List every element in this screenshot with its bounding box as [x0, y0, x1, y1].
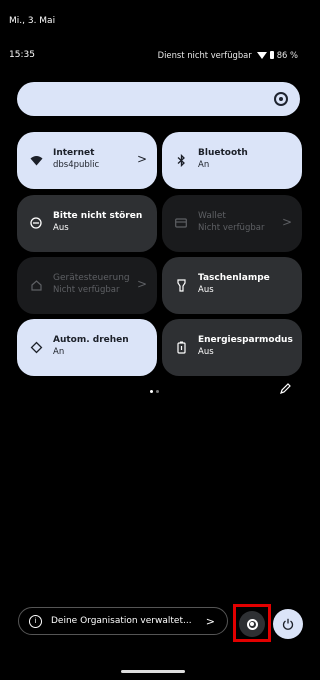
wallet-icon — [174, 216, 188, 230]
tile-subtitle: An — [198, 160, 210, 170]
chevron-right-icon: > — [281, 215, 292, 229]
tile-title: Gerätesteuerung — [53, 273, 130, 283]
date-label: Mi., 3. Mai — [9, 16, 56, 26]
tile-title: Wallet — [198, 211, 226, 221]
page-indicator — [150, 390, 159, 393]
tile-subtitle: Aus — [53, 223, 69, 233]
highlight-box — [233, 604, 271, 642]
status-bar: 15:35 Dienst nicht verfügbar 86 % — [9, 50, 298, 60]
tile-battery-saver[interactable]: Energiesparmodus Aus — [162, 319, 302, 376]
dnd-icon — [29, 216, 43, 230]
tile-auto-rotate[interactable]: Autom. drehen An — [17, 319, 157, 376]
tile-title: Bluetooth — [198, 148, 248, 158]
tile-subtitle: dbs4public — [53, 160, 100, 170]
carrier-text: Dienst nicht verfügbar — [157, 50, 252, 60]
rotate-icon — [29, 340, 43, 354]
page-dot-active — [150, 390, 153, 393]
brightness-slider[interactable] — [17, 82, 300, 116]
brightness-icon — [274, 92, 288, 106]
wifi-icon — [256, 51, 267, 59]
page-dot — [156, 390, 159, 393]
chevron-right-icon: > — [136, 152, 147, 166]
tile-flashlight[interactable]: Taschenlampe Aus — [162, 257, 302, 314]
bluetooth-icon — [174, 153, 188, 167]
home-icon — [29, 278, 43, 292]
chevron-right-icon: > — [136, 277, 147, 291]
chevron-right-icon: > — [205, 614, 215, 628]
org-label: Deine Organisation verwaltet... — [51, 616, 192, 626]
tile-do-not-disturb[interactable]: Bitte nicht stören Aus — [17, 195, 157, 252]
power-button[interactable] — [273, 609, 303, 639]
battery-icon — [269, 51, 274, 59]
flashlight-icon — [174, 278, 188, 292]
tile-title: Autom. drehen — [53, 335, 129, 345]
tile-title: Taschenlampe — [198, 273, 270, 283]
info-icon: i — [29, 614, 42, 628]
tile-title: Bitte nicht stören — [53, 211, 143, 221]
tile-title: Internet — [53, 148, 95, 158]
gesture-navigation-bar[interactable] — [121, 670, 185, 673]
edit-pencil-icon[interactable] — [280, 383, 291, 397]
power-icon — [282, 618, 294, 630]
tile-subtitle: Aus — [198, 347, 214, 357]
battery-saver-icon — [174, 340, 188, 354]
tile-subtitle: An — [53, 347, 65, 357]
battery-percent: 86 % — [276, 50, 298, 60]
wifi-icon — [29, 153, 43, 167]
tile-subtitle: Aus — [198, 285, 214, 295]
status-icons: Dienst nicht verfügbar 86 % — [158, 50, 298, 60]
tile-title: Energiesparmodus — [198, 335, 293, 345]
tile-device-controls[interactable]: Gerätesteuerung Nicht verfügbar > — [17, 257, 157, 314]
clock: 15:35 — [9, 50, 35, 60]
tile-subtitle: Nicht verfügbar — [198, 223, 265, 233]
tile-subtitle: Nicht verfügbar — [53, 285, 120, 295]
tile-internet[interactable]: Internet dbs4public > — [17, 132, 157, 189]
tile-wallet[interactable]: Wallet Nicht verfügbar > — [162, 195, 302, 252]
organization-managed-button[interactable]: i Deine Organisation verwaltet... > — [18, 607, 228, 635]
tile-bluetooth[interactable]: Bluetooth An — [162, 132, 302, 189]
